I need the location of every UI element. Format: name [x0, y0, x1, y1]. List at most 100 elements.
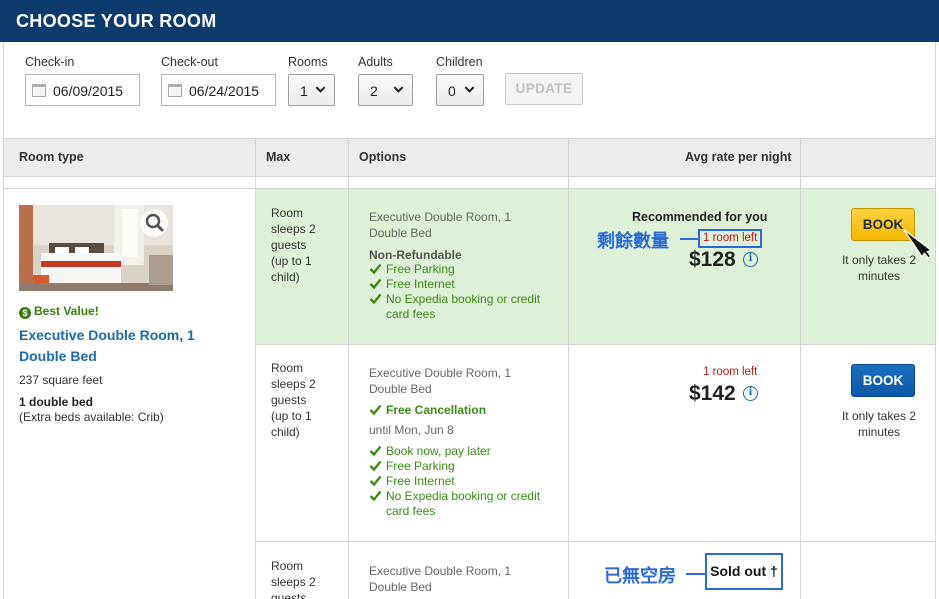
rate-room-title: Executive Double Room, 1 Double Bed [369, 365, 559, 397]
best-value-badge: $ Best Value! [19, 304, 99, 319]
best-value-label: Best Value! [34, 304, 99, 318]
rate-title-line: Double Bed [369, 580, 432, 594]
max-occupancy: Room sleeps 2 guests [271, 558, 341, 599]
row-divider [256, 541, 936, 542]
check-icon [369, 278, 382, 290]
feature-text: Free Parking [386, 459, 455, 473]
table-header: Room type Max Options Avg rate per night [3, 138, 936, 177]
children-label: Children [436, 55, 483, 69]
rate-title-line: Executive Double Room, 1 [369, 564, 512, 578]
chevron-down-icon [464, 86, 475, 93]
update-button[interactable]: UPDATE [505, 73, 583, 105]
max-line: (up to 1 [271, 409, 312, 423]
calendar-icon [32, 84, 46, 97]
info-icon[interactable]: i [743, 252, 758, 267]
children-select[interactable]: 0 [436, 74, 484, 106]
feature-item: Free Parking [369, 459, 559, 474]
annotation-connector [686, 573, 705, 575]
zoom-icon[interactable] [140, 209, 168, 237]
annotation-connector [680, 238, 698, 240]
rooms-label: Rooms [288, 55, 328, 69]
max-line: guests [271, 591, 307, 599]
adults-select[interactable]: 2 [358, 74, 413, 106]
page-header: CHOOSE YOUR ROOM [0, 0, 939, 42]
feature-text: card fees [386, 504, 436, 518]
adults-label: Adults [358, 55, 393, 69]
note-line: minutes [857, 269, 901, 283]
feature-item: Free Internet [369, 474, 559, 489]
max-line: guests [271, 393, 307, 407]
checkout-field[interactable]: 06/24/2015 [161, 74, 276, 106]
feature-text: Free Cancellation [386, 403, 487, 417]
rate-title-line: Double Bed [369, 382, 432, 396]
cursor-arrow-icon [903, 229, 933, 259]
max-line: sleeps 2 [271, 575, 316, 589]
rooms-left-label: 1 room left [698, 229, 763, 248]
feature-text: Book now, pay later [386, 444, 491, 458]
chevron-down-icon [393, 86, 404, 93]
note-line: It only takes 2 [841, 409, 917, 423]
sold-out-label: Sold out † [705, 553, 783, 590]
book-button[interactable]: BOOK [851, 364, 915, 397]
checkin-value: 06/09/2015 [53, 83, 124, 99]
column-avg-rate: Avg rate per night [685, 150, 792, 164]
frame-border [935, 42, 936, 599]
rate-room-title: Executive Double Room, 1 Double Bed [369, 563, 559, 595]
chevron-down-icon [315, 86, 326, 93]
annotation-sold-out: 已無空房 [604, 566, 676, 586]
check-icon [369, 445, 382, 457]
check-icon [369, 293, 382, 305]
column-max: Max [266, 150, 291, 164]
max-line: sleeps 2 [271, 377, 316, 391]
recommended-label: Recommended for you [632, 210, 768, 224]
column-options: Options [359, 150, 407, 164]
max-occupancy: Room sleeps 2 guests (up to 1 child) [271, 205, 341, 285]
room-name-link[interactable]: Executive Double Room, 1 Double Bed [19, 325, 219, 367]
rate-title-line: Executive Double Room, 1 [369, 366, 512, 380]
page-title: CHOOSE YOUR ROOM [16, 11, 217, 31]
row-divider [256, 344, 936, 345]
checkin-label: Check-in [25, 55, 75, 69]
feature-text: Free Internet [386, 474, 455, 488]
checkout-label: Check-out [161, 55, 218, 69]
feature-item: No Expedia booking or credit card fees [369, 489, 559, 519]
checkout-value: 06/24/2015 [189, 83, 260, 99]
rooms-left-label: 1 room left [703, 366, 758, 378]
info-icon[interactable]: i [743, 386, 758, 401]
feature-text: No Expedia booking or credit [386, 489, 541, 503]
max-line: child) [271, 270, 300, 284]
check-icon [369, 263, 382, 275]
max-line: sleeps 2 [271, 222, 316, 236]
max-occupancy: Room sleeps 2 guests (up to 1 child) [271, 360, 341, 440]
note-line: minutes [857, 425, 901, 439]
frame-border [3, 42, 4, 599]
room-beds: 1 double bed [19, 395, 94, 409]
room-size: 237 square feet [19, 373, 103, 387]
calendar-icon [168, 84, 182, 97]
feature-text: card fees [386, 307, 436, 321]
children-value: 0 [448, 83, 456, 99]
row-divider [3, 188, 936, 189]
checkin-field[interactable]: 06/09/2015 [25, 74, 140, 106]
feature-text: Free Internet [386, 277, 455, 291]
free-cancellation: Free Cancellation [369, 403, 559, 418]
max-line: guests [271, 238, 307, 252]
booking-time-note: It only takes 2 minutes [829, 408, 929, 440]
check-icon [369, 475, 382, 487]
dollar-icon: $ [19, 307, 31, 319]
rate-title-line: Double Bed [369, 226, 432, 240]
room-name-line: Double Bed [19, 348, 97, 364]
rooms-select[interactable]: 1 [288, 74, 335, 106]
feature-item: No Expedia booking or credit card fees [369, 292, 559, 322]
feature-item: Free Parking [369, 262, 559, 277]
max-line: child) [271, 425, 300, 439]
feature-text: Free Parking [386, 262, 455, 276]
check-icon [369, 404, 382, 416]
feature-text: No Expedia booking or credit [386, 292, 541, 306]
extra-beds: (Extra beds available: Crib) [19, 410, 164, 424]
magnifier-icon [145, 213, 164, 232]
price: $142 [689, 382, 736, 405]
column-room-type: Room type [19, 150, 84, 164]
column-divider [348, 138, 349, 599]
cancellation-deadline: until Mon, Jun 8 [369, 423, 454, 437]
